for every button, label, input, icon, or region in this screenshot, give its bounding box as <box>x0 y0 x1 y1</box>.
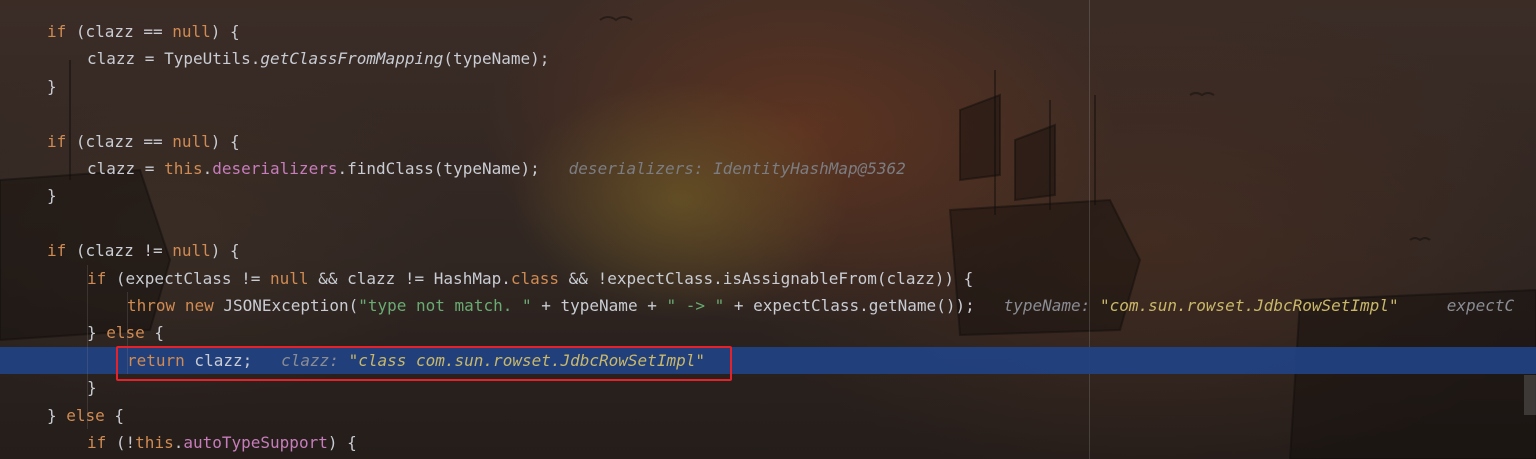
inline-debug-value: typeName: <box>974 296 1100 315</box>
code-token: "type not match. " <box>358 296 532 315</box>
code-text: clazz = TypeUtils.getClassFromMapping(ty… <box>87 45 549 72</box>
code-line[interactable]: if (!this.autoTypeSupport) { <box>0 429 1536 456</box>
code-token: + expectClass.getName()); <box>724 296 975 315</box>
code-text: if (clazz == null) { <box>47 128 240 155</box>
code-token: (clazz != <box>66 241 173 261</box>
code-line[interactable]: clazz = TypeUtils.getClassFromMapping(ty… <box>0 45 1536 72</box>
code-token: { <box>104 405 125 425</box>
code-token: .findClass(typeName); <box>337 159 540 178</box>
code-line[interactable]: if (clazz == null) { <box>0 128 1536 155</box>
code-token: + typeName + <box>531 296 667 315</box>
code-token: this <box>135 433 174 452</box>
code-line[interactable]: if (clazz != null) { <box>0 237 1536 264</box>
code-token: ) { <box>210 241 240 261</box>
inline-debug-value: deserializers: IdentityHashMap@5362 <box>539 159 906 178</box>
code-token: } <box>87 378 97 398</box>
code-token: } <box>87 323 107 343</box>
code-token: } <box>47 186 57 206</box>
code-token: null <box>172 241 211 261</box>
code-token: (! <box>106 433 136 452</box>
code-text: if (clazz == null) { <box>47 18 240 45</box>
code-line[interactable]: clazz = this.deserializers.findClass(typ… <box>0 155 1536 182</box>
code-token: clazz = <box>87 159 165 178</box>
code-text: throw new JSONException("type not match.… <box>127 292 1514 319</box>
indent-guide <box>87 264 88 429</box>
code-token: null <box>172 22 211 41</box>
code-token: ) { <box>327 433 357 452</box>
code-text: } else { <box>47 402 124 429</box>
code-line[interactable] <box>0 100 1536 127</box>
inline-debug-value: "com.sun.rowset.JdbcRowSetImpl" <box>1099 296 1399 315</box>
code-token: if <box>87 268 107 288</box>
inline-debug-value: expectC <box>1398 296 1515 315</box>
code-token: . <box>173 433 184 452</box>
code-text: } <box>47 182 57 209</box>
code-token: class <box>510 268 560 288</box>
code-text: clazz = this.deserializers.findClass(typ… <box>87 155 906 182</box>
code-token: else <box>66 405 105 425</box>
code-text: } <box>87 374 97 401</box>
code-token: { <box>144 323 165 343</box>
code-text: } else { <box>87 319 164 346</box>
code-token: (expectClass != <box>106 268 271 288</box>
code-line[interactable]: if (clazz == null) { <box>0 18 1536 45</box>
code-token: if <box>47 131 67 151</box>
code-token: this <box>164 159 203 178</box>
code-token: autoTypeSupport <box>183 433 328 452</box>
code-token: if <box>87 433 107 452</box>
code-line[interactable]: } else { <box>0 402 1536 429</box>
code-token: null <box>172 131 211 151</box>
code-token: (clazz == <box>66 22 173 41</box>
code-token: && clazz != HashMap. <box>308 268 511 288</box>
code-token: ) { <box>210 22 240 41</box>
code-token: throw <box>127 296 176 315</box>
code-token: new <box>184 296 214 315</box>
code-token: deserializers <box>212 159 338 178</box>
code-token: } <box>47 76 57 96</box>
code-text: if (clazz != null) { <box>47 237 240 264</box>
code-token: } <box>47 405 67 425</box>
code-line[interactable]: throw new JSONException("type not match.… <box>0 292 1536 319</box>
code-token: else <box>106 323 145 343</box>
code-token: (clazz == <box>66 131 173 151</box>
code-text: if (expectClass != null && clazz != Hash… <box>87 265 973 292</box>
code-token: JSONException( <box>213 296 359 315</box>
code-token: ) { <box>210 131 240 151</box>
code-line[interactable]: if (expectClass != null && clazz != Hash… <box>0 265 1536 292</box>
code-token: && !expectClass.isAssignableFrom(clazz))… <box>559 268 974 288</box>
code-token: " -> " <box>666 296 725 315</box>
scrollbar-marker[interactable] <box>1524 375 1536 415</box>
code-token: (typeName); <box>443 49 550 69</box>
code-token: clazz = TypeUtils. <box>87 49 261 69</box>
code-token: . <box>202 159 213 178</box>
code-line[interactable] <box>0 210 1536 237</box>
code-line[interactable]: } else { <box>0 319 1536 346</box>
code-line[interactable]: } <box>0 73 1536 100</box>
code-text: } <box>47 73 57 100</box>
code-token: null <box>270 268 309 288</box>
code-token: if <box>47 22 67 41</box>
code-token: getClassFromMapping <box>260 49 444 69</box>
code-token: if <box>47 241 67 261</box>
highlight-annotation-box <box>116 346 732 381</box>
code-editor[interactable]: if (clazz == null) {clazz = TypeUtils.ge… <box>0 0 1536 459</box>
code-line[interactable]: } <box>0 182 1536 209</box>
code-text: if (!this.autoTypeSupport) { <box>87 429 357 456</box>
